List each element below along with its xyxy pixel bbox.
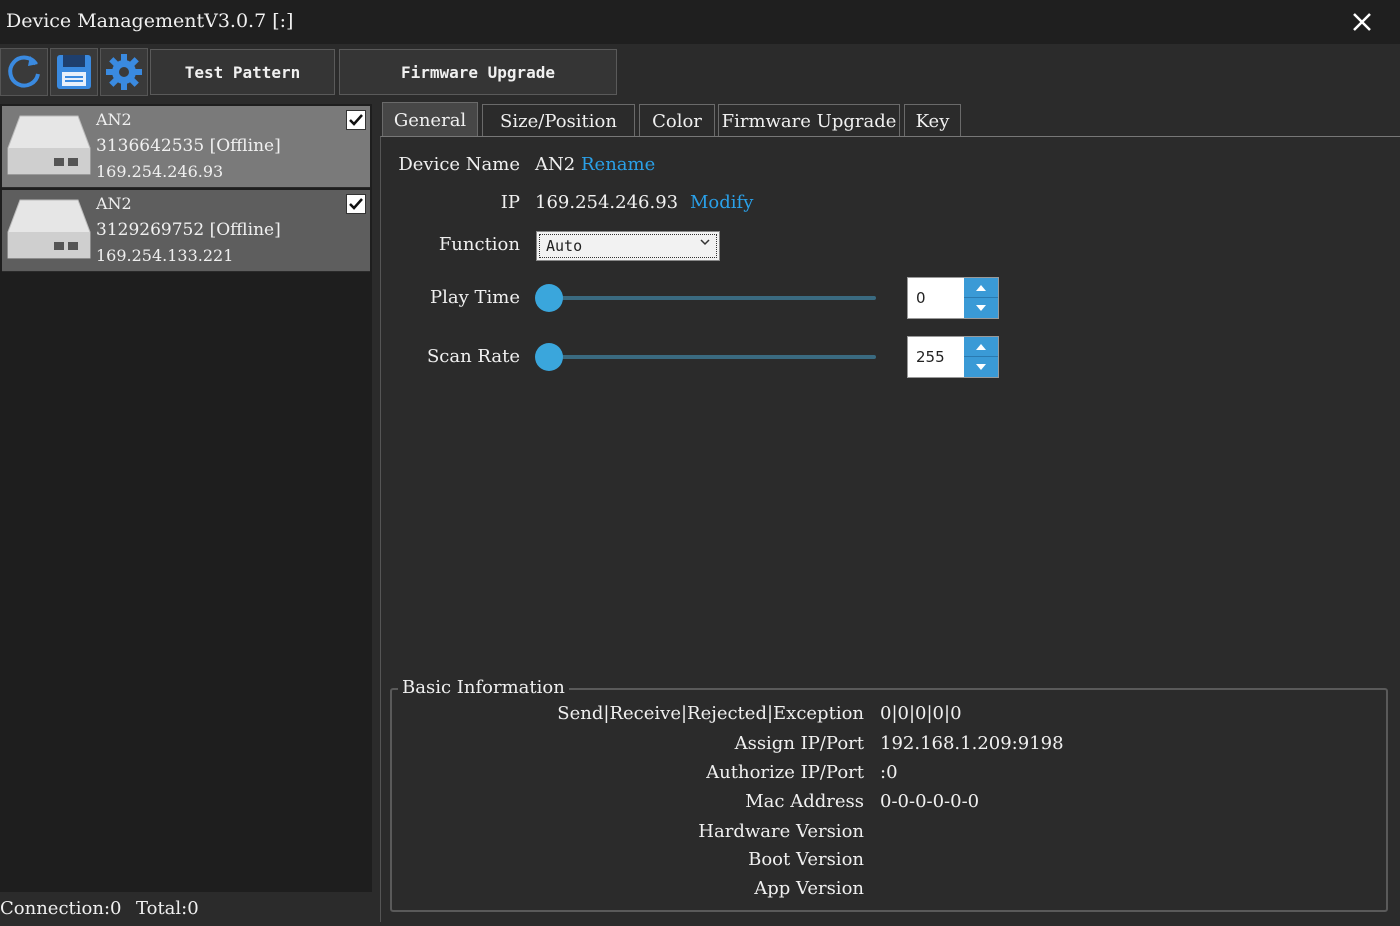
info-label: Assign IP/Port bbox=[734, 733, 864, 754]
device-name-value: AN2 bbox=[535, 154, 576, 175]
modify-link[interactable]: Modify bbox=[690, 192, 753, 213]
play-time-up-button[interactable] bbox=[964, 278, 998, 298]
ip-value: 169.254.246.93 bbox=[535, 192, 679, 213]
device-ip: 169.254.246.93 bbox=[96, 162, 224, 181]
tab-firmware-upgrade[interactable]: Firmware Upgrade bbox=[718, 104, 900, 138]
basic-information-title: Basic Information bbox=[398, 677, 569, 698]
function-select[interactable]: Auto bbox=[536, 231, 720, 261]
firmware-upgrade-button[interactable]: Firmware Upgrade bbox=[339, 49, 617, 95]
play-time-slider-track[interactable] bbox=[548, 296, 876, 300]
info-label: Boot Version bbox=[748, 849, 864, 870]
play-time-down-button[interactable] bbox=[964, 298, 998, 318]
info-value: 192.168.1.209:9198 bbox=[880, 733, 1064, 754]
play-time-value: 0 bbox=[916, 289, 926, 307]
device-name: AN2 bbox=[96, 110, 132, 129]
window-title: Device ManagementV3.0.7 [:] bbox=[6, 10, 294, 32]
info-value: :0 bbox=[880, 762, 898, 783]
save-icon bbox=[57, 55, 91, 89]
refresh-icon bbox=[8, 55, 40, 88]
settings-button[interactable] bbox=[100, 48, 148, 96]
play-time-label: Play Time bbox=[430, 287, 520, 308]
device-checkbox[interactable] bbox=[346, 110, 366, 130]
total-count: Total:0 bbox=[136, 898, 199, 919]
test-pattern-button[interactable]: Test Pattern bbox=[150, 49, 335, 95]
chevron-down-icon bbox=[700, 239, 710, 246]
device-id-status: 3129269752 [Offline] bbox=[96, 220, 281, 240]
info-label: Send|Receive|Rejected|Exception bbox=[557, 703, 864, 724]
scan-rate-up-button[interactable] bbox=[964, 337, 998, 357]
arrow-up-icon bbox=[976, 344, 986, 350]
device-name-label: Device Name bbox=[398, 154, 520, 175]
close-icon bbox=[1353, 13, 1371, 31]
info-label: Hardware Version bbox=[698, 821, 864, 842]
device-icon bbox=[7, 199, 91, 259]
play-time-spinbox[interactable]: 0 bbox=[907, 277, 999, 319]
device-ip: 169.254.133.221 bbox=[96, 246, 234, 265]
scan-rate-label: Scan Rate bbox=[426, 346, 520, 367]
ip-label: IP bbox=[500, 192, 520, 213]
info-label: App Version bbox=[754, 878, 864, 899]
toolbar: Test Pattern Firmware Upgrade bbox=[0, 48, 1400, 100]
scan-rate-value: 255 bbox=[916, 348, 945, 366]
scan-rate-slider-thumb[interactable] bbox=[535, 343, 563, 371]
title-bar: Device ManagementV3.0.7 [:] bbox=[0, 0, 1400, 44]
info-label: Authorize IP/Port bbox=[706, 762, 864, 783]
tab-general[interactable]: General bbox=[382, 102, 478, 138]
checkmark-icon bbox=[349, 114, 363, 126]
info-value: 0|0|0|0|0 bbox=[880, 703, 962, 724]
device-checkbox[interactable] bbox=[346, 194, 366, 214]
arrow-down-icon bbox=[976, 305, 986, 311]
device-name: AN2 bbox=[96, 194, 132, 213]
scan-rate-spinbox[interactable]: 255 bbox=[907, 336, 999, 378]
save-button[interactable] bbox=[50, 48, 98, 96]
tab-size-position[interactable]: Size/Position bbox=[482, 104, 635, 138]
connection-count: Connection:0 bbox=[0, 898, 122, 919]
arrow-down-icon bbox=[976, 364, 986, 370]
function-label: Function bbox=[438, 234, 520, 255]
tab-key[interactable]: Key bbox=[904, 104, 961, 138]
scan-rate-down-button[interactable] bbox=[964, 357, 998, 377]
device-item[interactable]: AN2 3136642535 [Offline] 169.254.246.93 bbox=[2, 106, 370, 188]
info-value: 0-0-0-0-0-0 bbox=[880, 791, 980, 812]
refresh-button[interactable] bbox=[0, 48, 48, 96]
close-button[interactable] bbox=[1346, 6, 1378, 38]
gear-icon bbox=[106, 54, 142, 90]
tab-color[interactable]: Color bbox=[639, 104, 715, 138]
function-select-value: Auto bbox=[539, 234, 717, 258]
device-item[interactable]: AN2 3129269752 [Offline] 169.254.133.221 bbox=[2, 190, 370, 272]
status-bar: Connection:0 Total:0 bbox=[0, 893, 376, 926]
checkmark-icon bbox=[349, 198, 363, 210]
arrow-up-icon bbox=[976, 285, 986, 291]
scan-rate-slider-track[interactable] bbox=[548, 355, 876, 359]
play-time-slider-thumb[interactable] bbox=[535, 284, 563, 312]
device-icon bbox=[7, 115, 91, 175]
device-list: AN2 3136642535 [Offline] 169.254.246.93 … bbox=[0, 104, 372, 892]
rename-link[interactable]: Rename bbox=[581, 154, 655, 175]
device-id-status: 3136642535 [Offline] bbox=[96, 136, 281, 156]
info-label: Mac Address bbox=[745, 791, 864, 812]
